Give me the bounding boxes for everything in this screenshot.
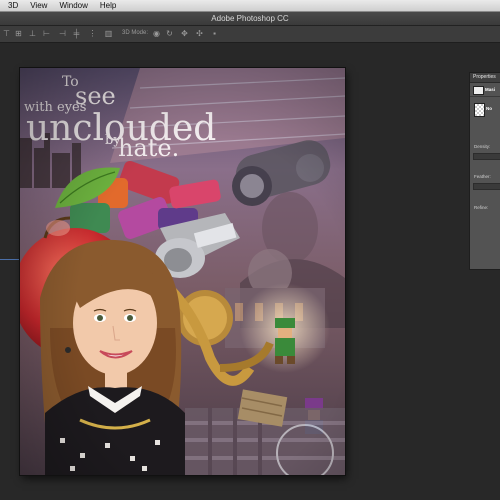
- collage-artwork: To see with eyes unclouded by hate.: [20, 68, 345, 475]
- menu-window[interactable]: Window: [59, 0, 87, 11]
- portrait-girl-graphic: [40, 239, 185, 475]
- feather-label: Feather:: [474, 174, 491, 179]
- feather-slider[interactable]: [473, 183, 500, 190]
- guide-line: [0, 259, 20, 260]
- distribute-h-icon[interactable]: ⊣: [58, 29, 67, 38]
- mask-type-label: Masi: [485, 87, 496, 92]
- refine-label: Refine:: [474, 205, 489, 210]
- density-slider[interactable]: [473, 153, 500, 160]
- panel-divider: [470, 96, 500, 97]
- auto-align-icon[interactable]: ▥: [104, 29, 113, 38]
- mask-thumbnail-icon[interactable]: [473, 86, 484, 95]
- density-label: Density:: [474, 144, 491, 149]
- menu-help[interactable]: Help: [100, 0, 116, 11]
- roll-3d-icon[interactable]: ↻: [165, 29, 174, 38]
- window-title: Adobe Photoshop CC: [0, 12, 500, 26]
- align-left-icon[interactable]: ⊢: [42, 29, 51, 38]
- menu-bar: 3D View Window Help: [0, 0, 500, 12]
- 3d-mode-label: 3D Mode:: [122, 30, 149, 36]
- quote-line-6: hate.: [118, 134, 179, 162]
- align-top-icon[interactable]: ⊤: [2, 29, 11, 38]
- align-middle-icon[interactable]: ⊞: [14, 29, 23, 38]
- layer-mask-icon[interactable]: [474, 103, 485, 117]
- scale-3d-icon[interactable]: ▪: [210, 29, 219, 38]
- document-canvas[interactable]: To see with eyes unclouded by hate.: [20, 68, 345, 475]
- options-bar: ⊤ ⊞ ⊥ ⊢ ⊣ ╪ ⋮ ▥ 3D Mode: ◉ ↻ ✥ ✣ ▪: [0, 26, 500, 43]
- mask-state-label: No: [486, 106, 492, 111]
- properties-panel: Properties Masi No Density: Feather: Ref…: [469, 72, 500, 270]
- slide-3d-icon[interactable]: ✣: [195, 29, 204, 38]
- menu-view[interactable]: View: [30, 0, 47, 11]
- rotate-3d-icon[interactable]: ◉: [152, 29, 161, 38]
- menu-3d[interactable]: 3D: [8, 0, 18, 11]
- properties-panel-title[interactable]: Properties: [470, 73, 500, 83]
- distribute-v-icon[interactable]: ⋮: [88, 29, 97, 38]
- align-center-icon[interactable]: ╪: [72, 29, 81, 38]
- drag-3d-icon[interactable]: ✥: [180, 29, 189, 38]
- align-bottom-icon[interactable]: ⊥: [28, 29, 37, 38]
